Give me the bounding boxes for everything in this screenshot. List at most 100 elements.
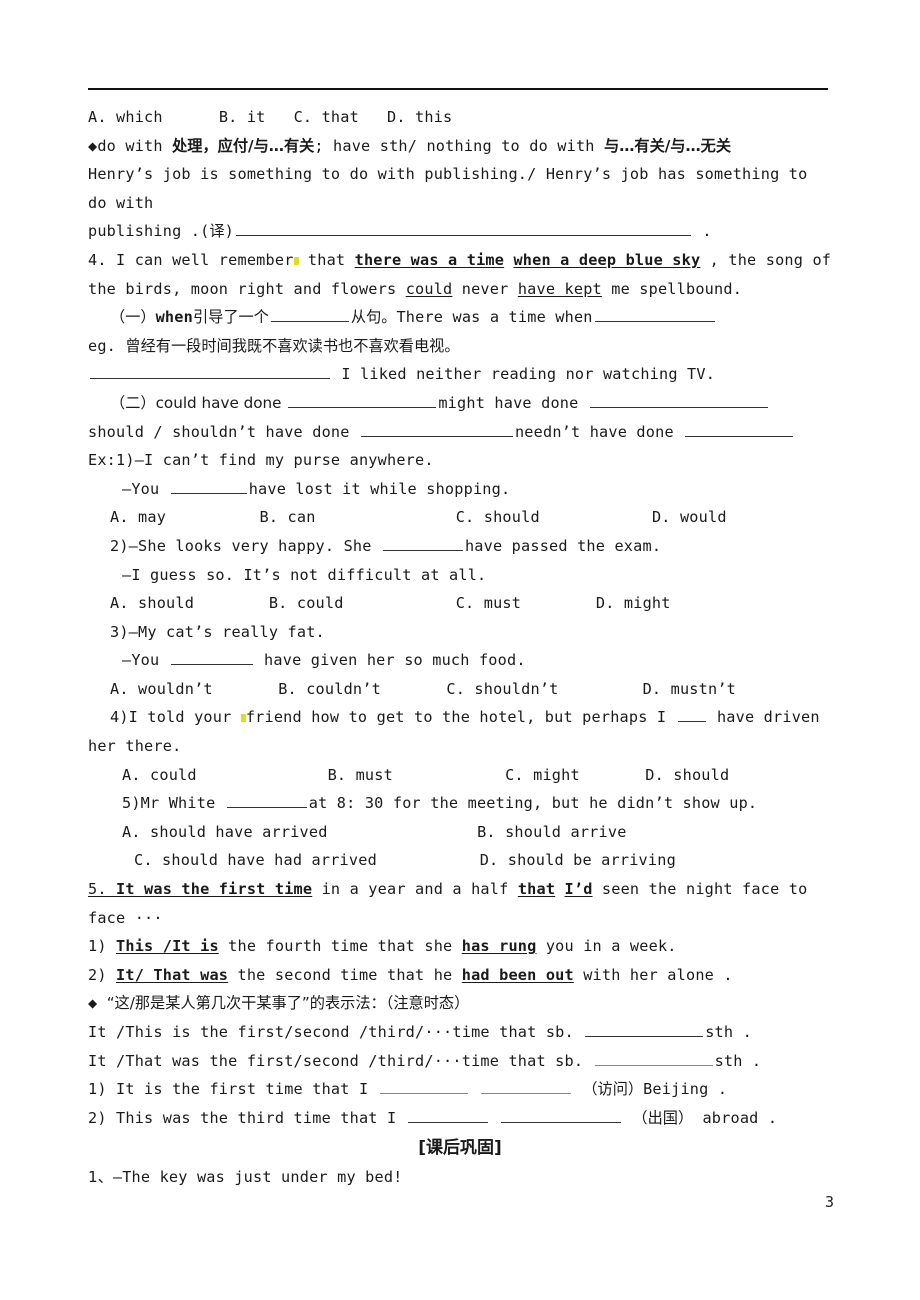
- pattern-ex1-number: 1): [88, 1080, 117, 1099]
- do-with-cjk-2: 与…有关/与…无关: [604, 136, 732, 155]
- ex1-answer-blank[interactable]: [170, 478, 247, 494]
- exercise-3-answer-line: —You have given her so much food.: [88, 646, 832, 675]
- could-have-done-blank[interactable]: [288, 393, 437, 408]
- pattern-note-heading: ◆ “这/那是某人第几次干某事了”的表示法：（注意时态）: [88, 989, 832, 1018]
- when-clause-note: （一）when引导了一个 从句。There was a time when: [88, 303, 832, 332]
- ex5-suffix: at 8: 30 for the meeting, but he didn’t …: [308, 794, 758, 813]
- translation-prompt-line: publishing .(译) .: [88, 217, 832, 246]
- q1-number: 1、: [88, 1167, 113, 1186]
- sub2-text-1: the second time that he: [228, 965, 462, 984]
- pattern-note-chinese: “这/那是某人第几次干某事了”的表示法：（注意时态）: [106, 994, 470, 1013]
- exercise-3-options: A. wouldn’t B. couldn’t C. shouldn’t D. …: [88, 675, 832, 704]
- henry-example-line-1: Henry’s job is something to do with publ…: [88, 165, 808, 184]
- ex5-prefix: 5)Mr White: [122, 794, 225, 813]
- ex4-mid: friend how to get to the hotel, but perh…: [245, 708, 676, 727]
- eg-answer-sentence: I liked neither reading nor watching TV.: [341, 365, 716, 384]
- ex4-option-c: C. might: [505, 765, 580, 784]
- pattern-ex1-blank-1[interactable]: [379, 1079, 468, 1095]
- option-b: B. it: [218, 108, 266, 126]
- pattern-ex2-blank-1[interactable]: [407, 1107, 488, 1123]
- translation-answer-blank[interactable]: [236, 221, 691, 237]
- ex2-answer-blank[interactable]: [382, 535, 463, 551]
- pattern-past-line: It /That was the first/second /third/···…: [88, 1047, 832, 1076]
- sub1-number: 1): [88, 937, 117, 956]
- pattern-ex1-blank-2[interactable]: [481, 1079, 571, 1095]
- section-title: [课后巩固]: [418, 1138, 502, 1159]
- ex5-option-b: B. should arrive: [477, 822, 627, 841]
- item-5-line-2: face ···: [88, 908, 163, 927]
- item-5-sub-2: 2) It/ That was the second time that he …: [88, 961, 832, 990]
- item-5-text-1: in a year and a half: [312, 880, 518, 899]
- header-rule: [88, 88, 828, 90]
- option-d: D. this: [387, 108, 453, 126]
- exercise-1-line: Ex:1)—I can’t find my purse anywhere.: [88, 451, 434, 470]
- eg-prefix: eg.: [88, 336, 126, 355]
- pattern-ex2-cjk: （出国）: [632, 1108, 694, 1127]
- item-4-underline-2: when a deep blue sky: [513, 250, 701, 269]
- ex1-option-b: B. can: [259, 508, 316, 527]
- when-cjk-1: 引导了一个: [192, 308, 269, 327]
- ex2-option-a: A. should: [110, 594, 195, 613]
- pattern2-blank[interactable]: [594, 1050, 713, 1066]
- eg-answer-blank[interactable]: [90, 364, 330, 380]
- ex5-answer-blank[interactable]: [226, 793, 307, 809]
- neednt-have-done-label: needn’t have done: [514, 422, 684, 441]
- eg-chinese-line: eg. 曾经有一段时间我既不喜欢读书也不喜欢看电视。: [88, 332, 832, 361]
- ex3-answer-blank[interactable]: [170, 650, 253, 666]
- item-5-text-2: seen the night face to: [592, 880, 808, 899]
- item-5-underline-that: that: [517, 880, 556, 899]
- exercise-1-options: A. may B. can C. should D. would: [88, 503, 832, 532]
- ex3-you-prefix: —You: [122, 651, 169, 670]
- do-with-mid: ; have sth/ nothing to do with: [314, 136, 604, 155]
- answer-options-row: A. which B. it C. that D. this: [88, 103, 832, 132]
- pattern1-blank[interactable]: [585, 1022, 704, 1037]
- publishing-paren-close: ): [224, 222, 234, 241]
- item-4-text-3: , the song of: [700, 250, 832, 269]
- could-have-done-row: （二）could have done might have done: [88, 389, 832, 418]
- q1-text: —The key was just under my bed!: [112, 1167, 403, 1186]
- document-content: A. which B. it C. that D. this ◆do with …: [88, 103, 832, 1192]
- diamond-bullet-icon: ◆: [88, 136, 98, 155]
- ex2-question-prefix: 2)—She looks very happy. She: [110, 536, 381, 555]
- pattern-ex2-blank-2[interactable]: [501, 1107, 622, 1123]
- when-clause-type-blank[interactable]: [270, 307, 349, 323]
- exercise-5-options-ab: A. should have arrived B. should arrive: [88, 818, 832, 847]
- sub1-underline-2: has rung: [461, 937, 537, 956]
- should-have-done-label: should / shouldn’t have done: [88, 422, 359, 441]
- ex1-you-prefix: —You: [122, 479, 169, 498]
- might-have-done-blank[interactable]: [589, 393, 768, 408]
- exercise-4-options: A. could B. must C. might D. should: [88, 761, 832, 790]
- item-4b-text-3: me spellbound.: [601, 279, 743, 298]
- document-page: A. which B. it C. that D. this ◆do with …: [0, 0, 920, 1300]
- ex5-option-d: D. should be arriving: [479, 851, 676, 870]
- item-4-text-1: I can well remember: [116, 250, 294, 269]
- sub2-number: 2): [88, 965, 117, 984]
- sub2-underline-1: It/ That was: [116, 965, 229, 984]
- item-5-space: [555, 880, 564, 898]
- sub1-text-2: you in a week.: [536, 937, 677, 956]
- ex4-option-d: D. should: [645, 765, 730, 784]
- ex3-option-d: D. mustn’t: [642, 679, 737, 698]
- ex3-option-a: A. wouldn’t: [110, 679, 213, 698]
- should-have-done-blank[interactable]: [360, 421, 513, 437]
- sub2-text-2: with her alone .: [573, 965, 733, 984]
- item-4b-underline-have-kept: have kept: [517, 279, 602, 298]
- diamond-bullet-icon-2: ◆: [88, 994, 107, 1013]
- when-cjk-2: 从句。: [350, 308, 397, 327]
- pattern-ex1-suffix: Beijing .: [643, 1080, 728, 1099]
- should-have-done-row: should / shouldn’t have done needn’t hav…: [88, 418, 832, 447]
- item-4-number: 4.: [88, 250, 117, 269]
- when-example-blank[interactable]: [594, 307, 715, 323]
- item-5-number: 5.: [88, 880, 117, 899]
- item-4b-underline-could: could: [405, 279, 453, 298]
- pattern-ex2-suffix: abroad .: [693, 1108, 778, 1127]
- exercise-5-options-cd: C. should have had arrived D. should be …: [88, 846, 832, 875]
- eg-chinese-text: 曾经有一段时间我既不喜欢读书也不喜欢看电视。: [125, 336, 460, 355]
- exercise-1-answer-line: —You have lost it while shopping.: [88, 475, 832, 504]
- when-keyword: when: [155, 308, 193, 327]
- item-5-line-1: 5. It was the first time in a year and a…: [88, 875, 832, 904]
- neednt-have-done-blank[interactable]: [685, 421, 794, 437]
- sub2-underline-2: had been out: [461, 965, 574, 984]
- option-c: C. that: [293, 108, 359, 126]
- ex4-answer-blank[interactable]: [677, 707, 706, 723]
